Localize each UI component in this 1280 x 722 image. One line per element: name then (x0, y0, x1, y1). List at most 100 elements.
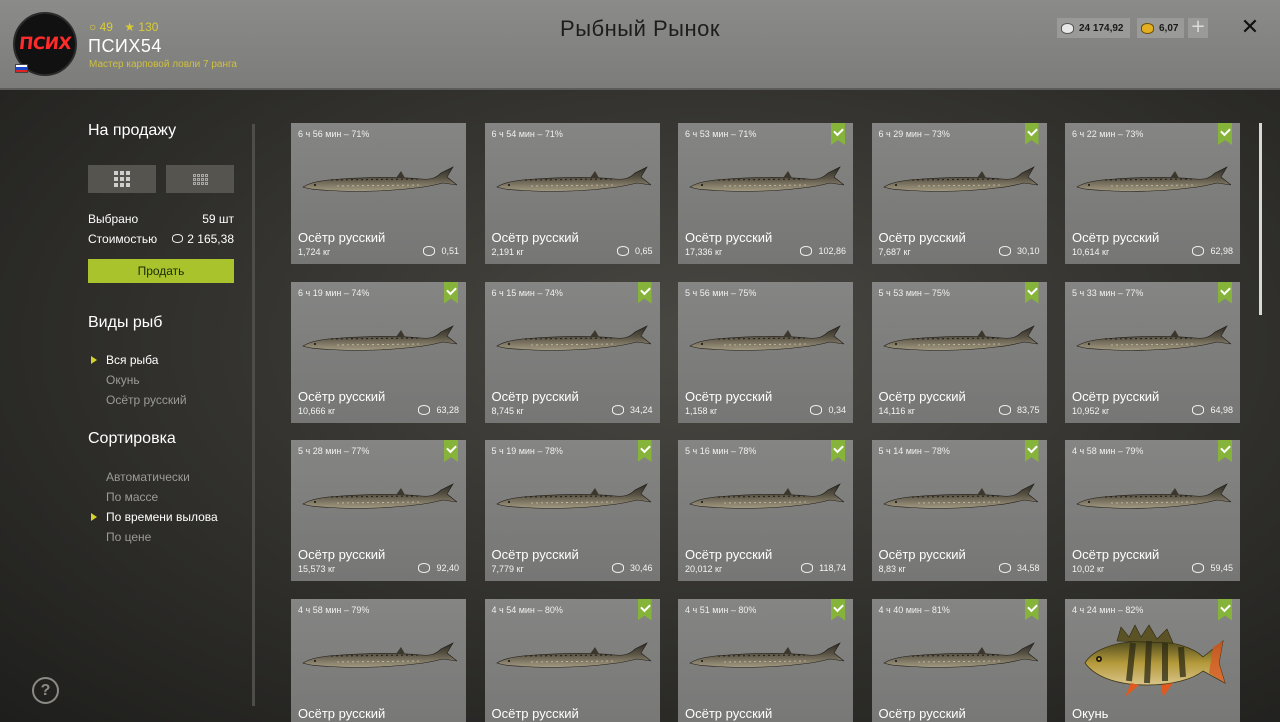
fish-name: Осётр русский (685, 230, 773, 245)
fish-types-heading: Виды рыб (88, 314, 163, 331)
sort-by-price[interactable]: По цене (106, 527, 218, 547)
fish-type-sturgeon[interactable]: Осётр русский (106, 390, 187, 410)
sort-by-mass[interactable]: По массе (106, 487, 218, 507)
fish-name: Осётр русский (491, 230, 579, 245)
sturgeon-icon (688, 324, 846, 358)
catch-time: 4 ч 58 мин – 79% (1072, 446, 1144, 456)
fish-card[interactable]: 4 ч 40 мин – 81% Осётр русский (871, 598, 1047, 722)
silver-coin-icon (1061, 22, 1074, 34)
fish-weight: 10,614 кг (1072, 247, 1110, 257)
fish-card[interactable]: 4 ч 54 мин – 80% Осётр русский (484, 598, 660, 722)
cost-row: Стоимостью 2 165,38 (88, 232, 234, 246)
fish-name: Осётр русский (878, 230, 966, 245)
catch-time: 5 ч 53 мин – 75% (878, 287, 950, 298)
selected-check-icon[interactable] (1218, 440, 1232, 462)
fish-card[interactable]: 6 ч 53 мин – 71% Осётр русский 17,336 кг 1… (678, 123, 853, 264)
fish-name: Осётр русский (491, 388, 579, 404)
fish-card[interactable]: 5 ч 53 мин – 75% Осётр русский 14,116 кг 8… (871, 281, 1047, 423)
fish-card[interactable]: 5 ч 16 мин – 78% Осётр русский 20,012 кг 1… (678, 440, 853, 581)
fish-card[interactable]: 4 ч 51 мин – 80% Осётр русский (678, 598, 853, 722)
large-grid-view-button[interactable] (88, 165, 156, 193)
fish-card[interactable]: 6 ч 29 мин – 73% Осётр русский 7,687 кг 30… (871, 123, 1047, 264)
fish-price: 34,24 (611, 404, 653, 415)
scrollbar[interactable] (1259, 123, 1262, 315)
sturgeon-icon (495, 324, 652, 358)
sell-button[interactable]: Продать (88, 259, 234, 283)
sort-by-catch-time[interactable]: По времени вылова (91, 507, 218, 527)
close-icon[interactable]: ✕ (1238, 16, 1262, 40)
selected-label: Выбрано (88, 212, 139, 226)
sort-auto[interactable]: Автоматически (106, 467, 218, 487)
sturgeon-icon (688, 165, 846, 199)
silver-coin-icon (998, 563, 1011, 573)
help-icon[interactable]: ? (32, 677, 59, 704)
catch-time: 6 ч 54 мин – 71% (491, 129, 563, 139)
fish-card[interactable]: 6 ч 54 мин – 71% Осётр русский 2,191 кг 0,… (484, 123, 660, 264)
sturgeon-icon (882, 482, 1039, 516)
fish-name: Окунь (1072, 705, 1109, 721)
catch-time: 4 ч 40 мин – 81% (878, 604, 950, 615)
fish-card[interactable]: 4 ч 58 мин – 79% Осётр русский 10,02 кг 59… (1065, 440, 1240, 581)
price-value: 30,46 (629, 563, 653, 573)
fish-price: 30,10 (998, 246, 1040, 256)
fish-type-perch[interactable]: Окунь (106, 370, 187, 390)
fish-name: Осётр русский (878, 705, 966, 721)
fish-type-all[interactable]: Вся рыба (91, 350, 187, 370)
catch-time: 6 ч 22 мин – 73% (1072, 129, 1144, 139)
fish-card[interactable]: 5 ч 19 мин – 78% Осётр русский 7,779 кг 30… (484, 440, 660, 581)
catch-time: 5 ч 28 мин – 77% (298, 446, 370, 456)
price-value: 102,86 (818, 246, 846, 256)
small-grid-view-button[interactable] (166, 165, 234, 193)
selected-check-icon[interactable] (1024, 598, 1039, 621)
selected-check-icon[interactable] (831, 123, 845, 145)
selected-check-icon[interactable] (637, 440, 652, 462)
fish-card[interactable]: 6 ч 56 мин – 71% Осётр русский 1,724 кг 0,… (291, 123, 466, 264)
for-sale-heading: На продажу (88, 122, 177, 139)
fish-weight: 10,952 кг (1072, 405, 1110, 416)
fish-weight: 8,745 кг (491, 405, 524, 416)
silver-coin-icon (423, 246, 436, 256)
selected-check-icon[interactable] (1218, 123, 1232, 145)
fish-grid: 6 ч 56 мин – 71% Осётр русский 1,724 кг 0,… (291, 123, 1241, 722)
selected-check-icon[interactable] (637, 281, 652, 304)
selected-row: Выбрано 59 шт (88, 212, 234, 226)
fish-card[interactable]: 5 ч 28 мин – 77% Осётр русский 15,573 кг 9… (291, 440, 466, 581)
selected-check-icon[interactable] (444, 440, 458, 462)
catch-time: 5 ч 14 мин – 78% (878, 446, 950, 456)
selected-check-icon[interactable] (831, 440, 845, 462)
fish-card[interactable]: 4 ч 58 мин – 79% Осётр русский (291, 598, 466, 722)
fish-weight: 10,666 кг (298, 405, 336, 416)
fish-name: Осётр русский (1072, 230, 1160, 245)
fish-card[interactable]: 5 ч 33 мин – 77% Осётр русский 10,952 кг 6… (1065, 281, 1240, 423)
selected-check-icon[interactable] (1218, 281, 1232, 304)
catch-time: 5 ч 33 мин – 77% (1072, 287, 1144, 298)
selected-check-icon[interactable] (637, 598, 652, 621)
fish-card[interactable]: 4 ч 24 мин – 82% Окунь (1065, 598, 1240, 722)
selected-check-icon[interactable] (1024, 123, 1039, 145)
fish-weight: 2,191 кг (491, 247, 524, 257)
selected-check-icon[interactable] (1024, 440, 1039, 462)
selected-check-icon[interactable] (831, 598, 845, 621)
fish-card[interactable]: 5 ч 14 мин – 78% Осётр русский 8,83 кг 34,… (871, 440, 1047, 581)
silver-coin-icon (1192, 246, 1205, 256)
selected-check-icon[interactable] (444, 281, 458, 304)
fish-card[interactable]: 6 ч 22 мин – 73% Осётр русский 10,614 кг 6… (1065, 123, 1240, 264)
fish-price: 34,58 (998, 563, 1040, 573)
sturgeon-icon (301, 324, 459, 358)
fish-card[interactable]: 5 ч 56 мин – 75% Осётр русский 1,158 кг 0,… (678, 281, 853, 423)
fish-card[interactable]: 6 ч 19 мин – 74% Осётр русский 10,666 кг 6… (291, 281, 466, 423)
sturgeon-icon (1075, 482, 1233, 516)
fish-name: Осётр русский (1072, 388, 1160, 404)
price-value: 83,75 (1016, 404, 1040, 415)
gold-coin-icon (1141, 22, 1154, 34)
fish-card[interactable]: 6 ч 15 мин – 74% Осётр русский 8,745 кг 34… (484, 281, 660, 423)
add-gold-button[interactable]: + (1188, 18, 1208, 38)
sturgeon-icon (882, 641, 1039, 675)
silver-coin-icon (800, 246, 813, 256)
sturgeon-icon (688, 482, 846, 516)
rank-title: Мастер карповой ловли 7 ранга (89, 59, 237, 70)
selected-check-icon[interactable] (1024, 281, 1039, 304)
fish-price: 59,45 (1192, 563, 1233, 573)
fish-price: 0,51 (423, 246, 459, 256)
selected-check-icon[interactable] (1218, 598, 1232, 621)
